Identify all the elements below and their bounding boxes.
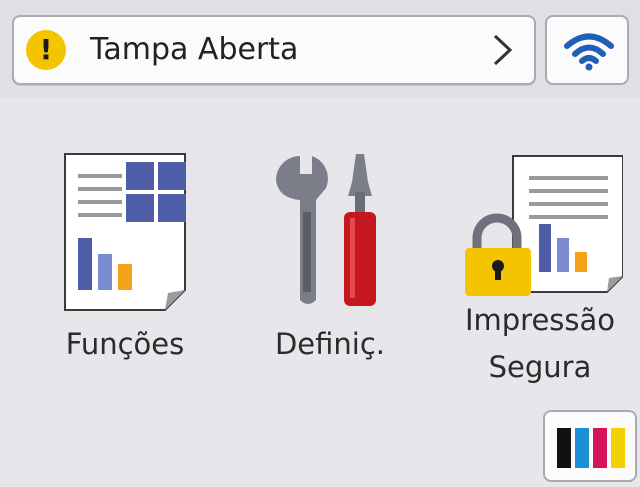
- functions-icon: [64, 153, 186, 311]
- status-bar: ! Tampa Aberta: [0, 0, 640, 98]
- ink-black: [557, 428, 571, 468]
- ink-magenta: [593, 428, 607, 468]
- app-secure-print-label-line2: Segura: [488, 350, 592, 384]
- ink-cyan: [575, 428, 589, 468]
- app-functions-label: Funções: [65, 327, 185, 361]
- app-functions[interactable]: Funções: [30, 140, 220, 390]
- app-settings[interactable]: Definiç.: [240, 140, 420, 390]
- secure-print-icon: [465, 155, 623, 296]
- wifi-icon: [564, 33, 614, 71]
- wifi-button[interactable]: [545, 15, 629, 85]
- chevron-right-icon: [493, 34, 513, 66]
- status-message-button[interactable]: ! Tampa Aberta: [12, 15, 536, 85]
- status-message: Tampa Aberta: [90, 32, 299, 67]
- warning-icon: !: [26, 30, 66, 70]
- app-secure-print-label-line1: Impressão: [464, 303, 616, 337]
- app-secure-print[interactable]: Impressão Segura: [445, 140, 635, 400]
- ink-yellow: [611, 428, 625, 468]
- ink-button[interactable]: [543, 410, 637, 482]
- lcd-screen: ! Tampa Aberta Funções Definiç. Impressã…: [0, 0, 640, 487]
- settings-tools-icon: [276, 154, 376, 306]
- app-settings-label: Definiç.: [274, 327, 386, 361]
